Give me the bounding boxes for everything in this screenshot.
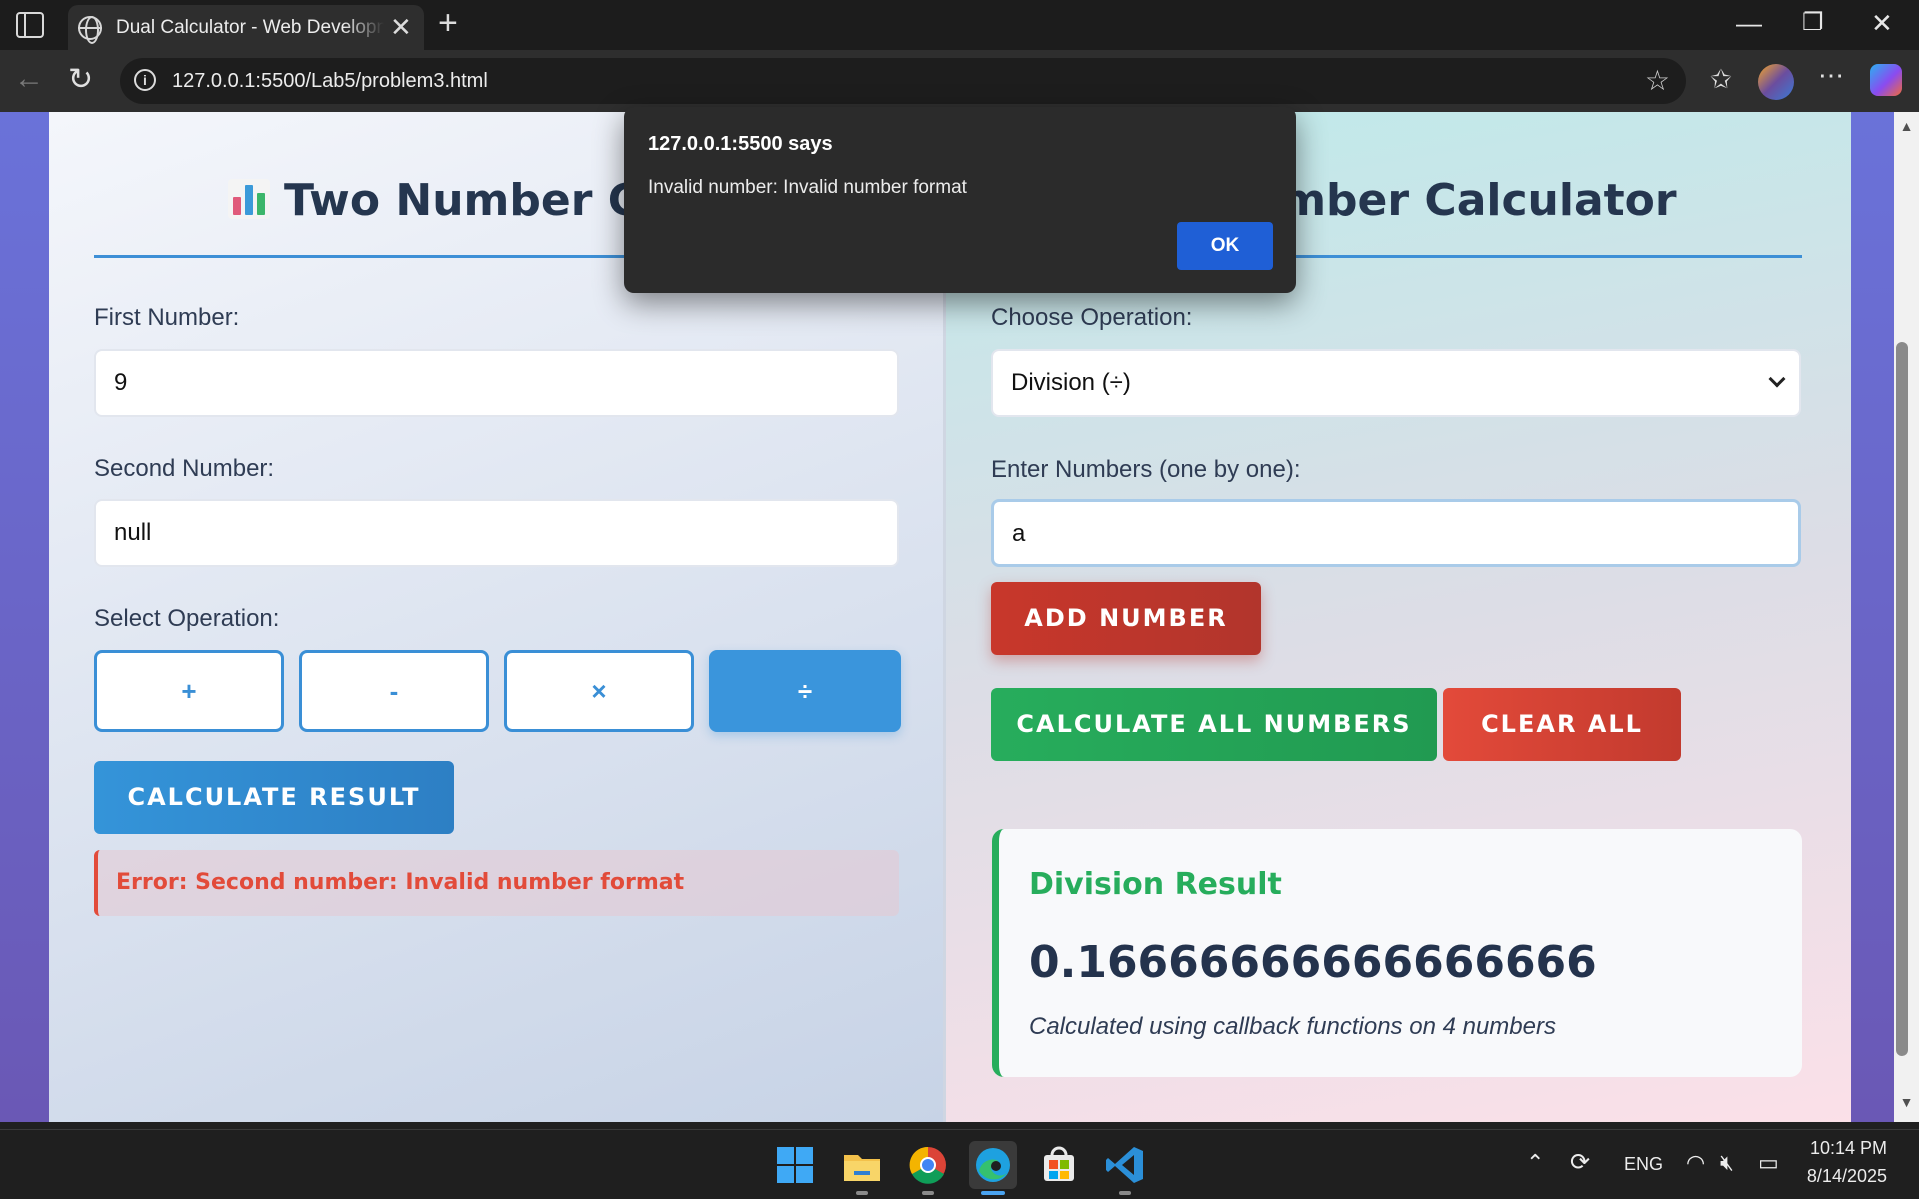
first-number-input[interactable]: 9 bbox=[94, 349, 899, 417]
clear-all-button[interactable]: CLEAR ALL bbox=[1443, 688, 1681, 761]
dialog-ok-button[interactable]: OK bbox=[1177, 222, 1273, 270]
second-number-label: Second Number: bbox=[94, 455, 275, 482]
running-indicator bbox=[1119, 1191, 1131, 1195]
select-operation-label: Select Operation: bbox=[94, 605, 280, 632]
more-icon[interactable]: ⋯ bbox=[1818, 60, 1844, 91]
scroll-up-icon[interactable]: ▲ bbox=[1894, 118, 1919, 134]
plus-icon[interactable]: + bbox=[438, 4, 458, 43]
alert-dialog: 127.0.0.1:5500 says Invalid number: Inva… bbox=[624, 107, 1296, 293]
result-note: Calculated using callback functions on 4… bbox=[1029, 1013, 1556, 1040]
clock-time[interactable]: 10:14 PM bbox=[1805, 1138, 1887, 1159]
result-title: Division Result bbox=[1029, 867, 1282, 902]
clock-date[interactable]: 8/14/2025 bbox=[1805, 1166, 1887, 1187]
language-indicator[interactable]: ENG bbox=[1624, 1154, 1663, 1175]
subtract-op-button[interactable]: - bbox=[299, 650, 489, 732]
multiply-op-button[interactable]: × bbox=[504, 650, 694, 732]
chrome-icon[interactable] bbox=[904, 1141, 952, 1195]
dialog-message: Invalid number: Invalid number format bbox=[648, 177, 967, 198]
reload-icon[interactable]: ↻ bbox=[68, 62, 93, 97]
second-number-input[interactable]: null bbox=[94, 499, 899, 567]
back-icon[interactable]: ← bbox=[14, 62, 44, 96]
sidebar-icon[interactable] bbox=[16, 12, 44, 38]
add-op-button[interactable]: + bbox=[94, 650, 284, 732]
tab-strip: Dual Calculator - Web Development ✕ + — … bbox=[0, 0, 1919, 50]
first-number-label: First Number: bbox=[94, 304, 240, 331]
tab-title: Dual Calculator - Web Development bbox=[116, 17, 384, 38]
restore-icon[interactable]: ❐ bbox=[1802, 8, 1824, 37]
dialog-title: 127.0.0.1:5500 says bbox=[648, 133, 833, 155]
scroll-down-icon[interactable]: ▼ bbox=[1894, 1094, 1919, 1110]
number-entry-input[interactable]: a bbox=[991, 499, 1801, 567]
vscode-icon[interactable] bbox=[1101, 1141, 1149, 1195]
error-message: Error: Second number: Invalid number for… bbox=[94, 850, 899, 916]
calculate-result-button[interactable]: CALCULATE RESULT bbox=[94, 761, 454, 834]
globe-icon bbox=[78, 16, 102, 44]
bar-chart-icon bbox=[228, 179, 270, 219]
chevron-down-icon bbox=[1768, 370, 1786, 388]
result-value: 0.16666666666666666 bbox=[1029, 937, 1597, 988]
copilot-icon[interactable] bbox=[1870, 64, 1902, 96]
avatar[interactable] bbox=[1758, 64, 1794, 100]
close-icon[interactable]: ✕ bbox=[390, 12, 412, 43]
taskbar: ⌃ ⟳ ENG ◠ 🔇︎ ▭ 10:14 PM 8/14/2025 bbox=[0, 1129, 1919, 1199]
windows-start-icon[interactable] bbox=[771, 1141, 819, 1189]
choose-operation-label: Choose Operation: bbox=[991, 304, 1193, 331]
close-window-icon[interactable]: ✕ bbox=[1871, 8, 1893, 39]
speaker-muted-icon[interactable]: 🔇︎ bbox=[1720, 1150, 1734, 1176]
sync-icon[interactable]: ⟳ bbox=[1570, 1148, 1590, 1177]
enter-numbers-label: Enter Numbers (one by one): bbox=[991, 456, 1301, 483]
chevron-up-icon[interactable]: ⌃ bbox=[1526, 1150, 1544, 1176]
star-icon[interactable]: ☆ bbox=[1645, 64, 1670, 97]
operation-select-value: Division (÷) bbox=[1011, 369, 1131, 396]
result-card: Division Result 0.16666666666666666 Calc… bbox=[992, 829, 1802, 1077]
info-icon[interactable]: i bbox=[134, 69, 156, 91]
minimize-icon[interactable]: — bbox=[1736, 8, 1762, 39]
microsoft-store-icon[interactable] bbox=[1035, 1141, 1083, 1189]
address-bar[interactable]: i 127.0.0.1:5500/Lab5/problem3.html ☆ bbox=[120, 58, 1686, 104]
scrollbar-thumb[interactable] bbox=[1896, 342, 1908, 1056]
edge-icon[interactable] bbox=[969, 1141, 1017, 1195]
active-indicator bbox=[981, 1191, 1005, 1195]
wifi-icon[interactable]: ◠ bbox=[1686, 1150, 1705, 1176]
operation-select[interactable]: Division (÷) bbox=[991, 349, 1801, 417]
file-explorer-icon[interactable] bbox=[838, 1141, 886, 1195]
browser-tab[interactable]: Dual Calculator - Web Development ✕ bbox=[68, 5, 424, 50]
add-number-button[interactable]: ADD NUMBER bbox=[991, 582, 1261, 655]
url-text[interactable]: 127.0.0.1:5500/Lab5/problem3.html bbox=[172, 70, 488, 93]
calculate-all-button[interactable]: CALCULATE ALL NUMBERS bbox=[991, 688, 1437, 761]
error-text: Error: Second number: Invalid number for… bbox=[116, 870, 685, 895]
divide-op-button[interactable]: ÷ bbox=[709, 650, 901, 732]
battery-icon[interactable]: ▭ bbox=[1758, 1150, 1779, 1176]
favorites-icon[interactable]: ✩ bbox=[1710, 64, 1732, 95]
running-indicator bbox=[922, 1191, 934, 1195]
running-indicator bbox=[856, 1191, 868, 1195]
